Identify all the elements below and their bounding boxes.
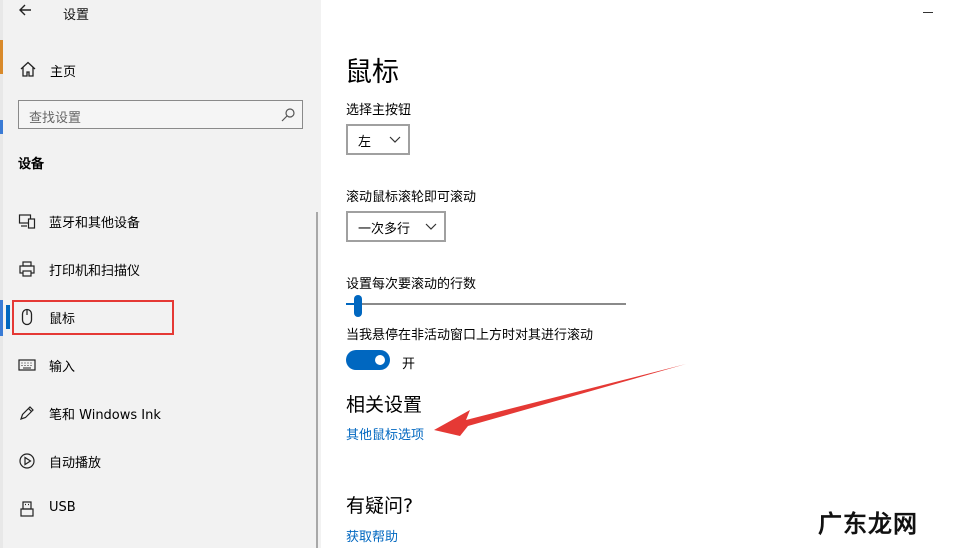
search-placeholder: 查找设置 — [29, 111, 82, 126]
section-title: 设备 — [18, 157, 45, 172]
watermark: 广东龙网 — [818, 510, 918, 538]
annotation-highlight-box — [12, 300, 174, 335]
chevron-down-icon — [389, 136, 401, 143]
lines-slider-thumb[interactable] — [354, 295, 363, 317]
primary-button-label: 选择主按钮 — [346, 103, 412, 118]
lines-slider-track[interactable] — [346, 303, 626, 305]
sidebar-item-label: 打印机和扫描仪 — [49, 264, 141, 279]
additional-mouse-options-link[interactable]: 其他鼠标选项 — [346, 424, 424, 443]
sidebar-item-label: 自动播放 — [49, 456, 102, 471]
app-title: 设置 — [63, 8, 90, 23]
help-heading: 有疑问? — [346, 495, 414, 517]
search-icon — [281, 108, 295, 122]
scroll-mode-dropdown[interactable]: 一次多行 — [346, 211, 446, 242]
search-input[interactable]: 查找设置 — [18, 100, 303, 129]
printer-icon — [19, 261, 35, 277]
sidebar-scrollbar[interactable] — [316, 212, 318, 548]
lines-to-scroll-label: 设置每次要滚动的行数 — [346, 277, 477, 292]
main-content: 鼠标 选择主按钮 左 滚动鼠标滚轮即可滚动 一次多行 设置每次要滚动的行数 当我… — [321, 0, 953, 548]
inactive-scroll-toggle[interactable] — [346, 350, 390, 370]
sidebar-item-bluetooth[interactable]: 蓝牙和其他设备 — [6, 206, 316, 236]
dropdown-value: 一次多行 — [358, 222, 411, 237]
page-title: 鼠标 — [345, 57, 399, 88]
annotation-arrow — [434, 364, 686, 436]
scroll-mode-label: 滚动鼠标滚轮即可滚动 — [346, 190, 477, 205]
usb-icon — [20, 501, 34, 517]
inactive-scroll-label: 当我悬停在非活动窗口上方时对其进行滚动 — [346, 328, 594, 343]
sidebar-item-typing[interactable]: 输入 — [6, 350, 316, 380]
home-label: 主页 — [50, 65, 77, 80]
sidebar-item-label: 蓝牙和其他设备 — [49, 216, 141, 231]
home-icon — [20, 61, 36, 77]
toggle-knob — [375, 355, 385, 365]
sidebar-item-home[interactable]: 主页 — [17, 58, 307, 82]
toggle-state-label: 开 — [402, 357, 416, 372]
get-help-link[interactable]: 获取帮助 — [346, 526, 398, 545]
keyboard-icon — [18, 359, 36, 371]
dropdown-value: 左 — [358, 135, 372, 150]
sidebar-item-label: USB — [49, 500, 76, 515]
sidebar-item-label: 输入 — [49, 360, 76, 375]
selection-indicator — [6, 305, 10, 329]
pen-icon — [20, 406, 34, 420]
primary-button-dropdown[interactable]: 左 — [346, 124, 410, 155]
sidebar-item-pen[interactable]: 笔和 Windows Ink — [6, 398, 316, 428]
chevron-down-icon — [425, 223, 437, 230]
sidebar-item-autoplay[interactable]: 自动播放 — [6, 446, 316, 476]
sidebar-item-printers[interactable]: 打印机和扫描仪 — [6, 254, 316, 284]
back-button[interactable] — [17, 2, 39, 22]
back-arrow-icon — [19, 4, 31, 16]
sidebar-item-label: 笔和 Windows Ink — [49, 408, 161, 423]
lines-slider-fill — [346, 303, 355, 305]
sidebar: 设置 主页 查找设置 设备 蓝牙和其他设备 打印机和扫描仪 鼠标 输入 笔和 W… — [3, 0, 321, 548]
autoplay-icon — [19, 453, 35, 469]
related-settings-heading: 相关设置 — [346, 394, 423, 416]
sidebar-item-usb[interactable]: USB — [6, 494, 316, 524]
minimize-button[interactable] — [923, 12, 933, 13]
bluetooth-devices-icon — [18, 214, 36, 229]
